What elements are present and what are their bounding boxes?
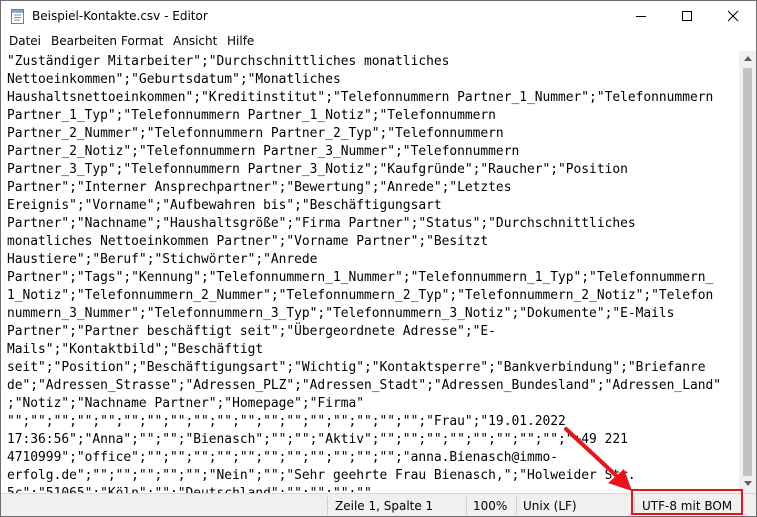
maximize-icon bbox=[682, 11, 692, 21]
menu-bearbeiten[interactable]: Bearbeiten bbox=[51, 34, 117, 48]
close-icon bbox=[727, 10, 739, 22]
menu-format[interactable]: Format bbox=[121, 34, 163, 48]
scroll-up-arrow-icon[interactable] bbox=[744, 56, 752, 61]
menu-hilfe[interactable]: Hilfe bbox=[227, 34, 254, 48]
annotation-arrow-icon bbox=[564, 427, 632, 491]
scrollbar-thumb[interactable] bbox=[743, 68, 752, 476]
minimize-icon bbox=[636, 16, 646, 17]
status-divider bbox=[466, 497, 467, 515]
window-title: Beispiel-Kontakte.csv - Editor bbox=[32, 9, 208, 23]
vertical-scrollbar[interactable] bbox=[739, 51, 756, 493]
zoom-level: 100% bbox=[473, 499, 508, 513]
encoding-highlight-box bbox=[631, 489, 743, 515]
menu-datei[interactable]: Datei bbox=[9, 34, 41, 48]
notepad-icon bbox=[11, 9, 25, 24]
maximize-button[interactable] bbox=[664, 1, 710, 31]
menu-bar: Datei Bearbeiten Format Ansicht Hilfe bbox=[1, 31, 756, 51]
menu-ansicht[interactable]: Ansicht bbox=[173, 34, 217, 48]
close-button[interactable] bbox=[710, 1, 756, 31]
status-divider bbox=[516, 497, 517, 515]
title-bar[interactable]: Beispiel-Kontakte.csv - Editor bbox=[1, 1, 756, 31]
editor-window: Beispiel-Kontakte.csv - Editor Datei Bea… bbox=[0, 0, 757, 517]
line-ending: Unix (LF) bbox=[523, 499, 577, 513]
cursor-position: Zeile 1, Spalte 1 bbox=[335, 499, 434, 513]
status-divider bbox=[327, 497, 328, 515]
minimize-button[interactable] bbox=[618, 1, 664, 31]
scroll-down-arrow-icon[interactable] bbox=[744, 481, 752, 486]
